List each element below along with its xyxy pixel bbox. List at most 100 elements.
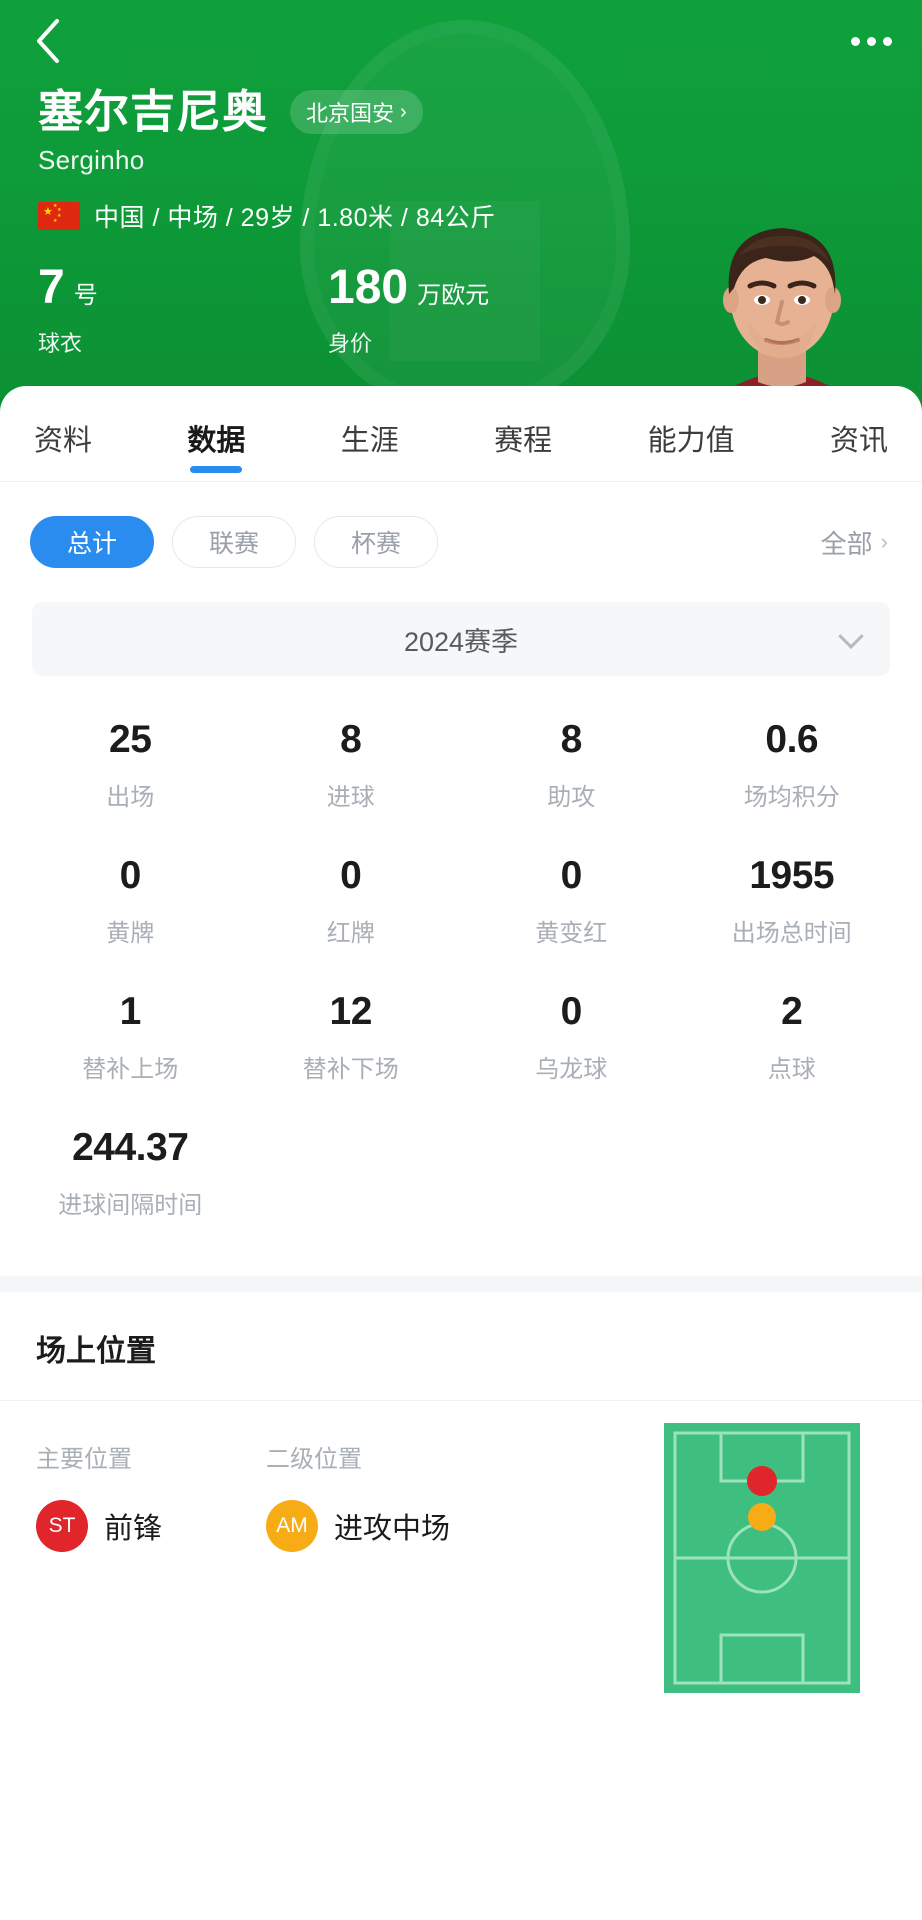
secondary-position-marker (748, 1503, 776, 1531)
secondary-position-column: 二级位置 AM 进攻中场 (266, 1439, 496, 1552)
stat-label: 场均积分 (743, 784, 840, 811)
stat-value: 8 (340, 718, 362, 761)
primary-position-name: 前锋 (104, 1513, 163, 1545)
stat-value: 12 (329, 990, 373, 1033)
stat-label: 红牌 (326, 920, 375, 947)
stat-assists: 8 助攻 (461, 720, 682, 812)
stat-label: 乌龙球 (535, 1056, 608, 1083)
stat-value: 0 (340, 854, 362, 897)
stat-value: 8 (560, 718, 583, 761)
stat-appearances: 25 出场 (20, 720, 241, 812)
stat-value: 1 (119, 990, 142, 1033)
secondary-position-badge: AM (266, 1500, 318, 1552)
section-divider (0, 1276, 922, 1292)
stat-minutes-per-goal: 244.37 进球间隔时间 (20, 1128, 241, 1220)
stat-penalties: 2 点球 (682, 992, 903, 1084)
stat-value: 25 (109, 718, 152, 761)
stat-label: 替补下场 (302, 1056, 399, 1083)
stat-yellow-cards: 0 黄牌 (20, 856, 241, 948)
stat-label: 点球 (767, 1056, 816, 1083)
tab-bar: 资料 数据 生涯 赛程 能力值 资讯 (0, 386, 922, 482)
player-meta-text: 中国 / 中场 / 29岁 / 1.80米 / 84公斤 (94, 204, 496, 233)
player-name-row: 塞尔吉尼奥 北京国安 › (38, 88, 922, 135)
kpi-value: 7 (38, 261, 65, 315)
secondary-position-row: AM 进攻中场 (266, 1500, 496, 1552)
tab-career[interactable]: 生涯 (341, 417, 399, 481)
stat-minutes-played: 1955 出场总时间 (682, 856, 903, 948)
stat-label: 黄变红 (535, 920, 608, 947)
chevron-down-icon (838, 623, 864, 650)
stats-grid: 25 出场 8 进球 8 助攻 0.6 场均积分 0 黄牌 0 红牌 0 黄变红… (0, 720, 922, 1220)
secondary-position-label: 二级位置 (266, 1446, 362, 1473)
kpi-label: 球衣 (38, 331, 83, 357)
stat-label: 进球 (326, 784, 375, 811)
player-name-cn: 塞尔吉尼奥 (38, 86, 269, 137)
position-section-body: 主要位置 ST 前锋 二级位置 AM 进攻中场 (0, 1401, 922, 1693)
stat-label: 黄牌 (106, 920, 155, 947)
kpi-shirt-number: 7 号 球衣 (38, 264, 328, 358)
stat-second-yellow: 0 黄变红 (461, 856, 682, 948)
primary-position-label: 主要位置 (36, 1446, 132, 1473)
pitch-diagram (664, 1423, 860, 1698)
stat-red-cards: 0 红牌 (241, 856, 462, 948)
stat-value: 0 (119, 854, 142, 897)
team-chip-button[interactable]: 北京国安 › (290, 89, 423, 134)
tab-stats[interactable]: 数据 (187, 417, 245, 481)
stat-label: 出场总时间 (731, 920, 852, 947)
stat-sub-on: 1 替补上场 (20, 992, 241, 1084)
chevron-right-icon: › (880, 529, 888, 554)
kpi-value: 180 (328, 261, 409, 315)
kpi-unit: 号 (73, 282, 98, 310)
more-horizontal-icon-dot (867, 36, 876, 46)
kpi-unit: 万欧元 (417, 282, 490, 310)
kpi-label: 身价 (328, 331, 373, 357)
position-section-title: 场上位置 (0, 1292, 922, 1401)
content-sheet: 资料 数据 生涯 赛程 能力值 资讯 总计 联赛 杯赛 全部 › 2024赛季 … (0, 386, 922, 1693)
back-button[interactable] (24, 17, 72, 65)
more-horizontal-icon-dot (851, 36, 860, 46)
primary-position-column: 主要位置 ST 前锋 (36, 1439, 266, 1552)
team-chip-label: 北京国安 (306, 100, 395, 126)
primary-position-row: ST 前锋 (36, 1500, 266, 1552)
stat-label: 进球间隔时间 (58, 1192, 203, 1219)
filter-chip-league[interactable]: 联赛 (172, 516, 296, 568)
stat-value: 0.6 (765, 718, 819, 761)
more-horizontal-icon-dot (883, 36, 892, 46)
china-flag-icon: ★ ★ ★ ★ ★ (38, 202, 80, 231)
navigation-bar (0, 0, 922, 82)
view-all-link[interactable]: 全部 › (821, 524, 892, 561)
stat-avg-points: 0.6 场均积分 (682, 720, 903, 812)
stat-value: 0 (560, 854, 583, 897)
stat-value: 244.37 (72, 1126, 189, 1169)
season-selector[interactable]: 2024赛季 (32, 602, 890, 676)
stat-label: 出场 (106, 784, 155, 811)
tab-fixtures[interactable]: 赛程 (494, 417, 552, 481)
stat-value: 2 (781, 990, 803, 1033)
stat-empty-cell (241, 1128, 462, 1220)
view-all-label: 全部 (820, 528, 873, 559)
stat-empty-cell (682, 1128, 903, 1220)
stat-label: 替补上场 (82, 1056, 179, 1083)
primary-position-badge: ST (36, 1500, 88, 1552)
stat-sub-off: 12 替补下场 (241, 992, 462, 1084)
filter-chip-cup[interactable]: 杯赛 (314, 516, 438, 568)
stat-empty-cell (461, 1128, 682, 1220)
stat-own-goals: 0 乌龙球 (461, 992, 682, 1084)
stat-value: 0 (560, 990, 583, 1033)
stat-value: 1955 (749, 854, 835, 897)
filter-chip-total[interactable]: 总计 (30, 516, 154, 568)
more-options-button[interactable] (836, 21, 892, 61)
secondary-position-name: 进攻中场 (334, 1513, 451, 1545)
player-hero-header: 塞尔吉尼奥 北京国安 › Serginho ★ ★ ★ ★ ★ 中国 / 中场 / … (0, 0, 922, 430)
stat-goals: 8 进球 (241, 720, 462, 812)
chevron-right-icon: › (400, 101, 407, 124)
competition-filter-row: 总计 联赛 杯赛 全部 › (0, 482, 922, 568)
chevron-left-icon (33, 17, 63, 65)
kpi-market-value: 180 万欧元 身价 (328, 264, 618, 358)
tab-ratings[interactable]: 能力值 (648, 417, 735, 481)
primary-position-marker (747, 1466, 777, 1496)
tab-profile[interactable]: 资料 (34, 417, 92, 481)
stat-label: 助攻 (547, 784, 596, 811)
season-selector-value: 2024赛季 (403, 626, 519, 657)
tab-news[interactable]: 资讯 (830, 417, 888, 481)
